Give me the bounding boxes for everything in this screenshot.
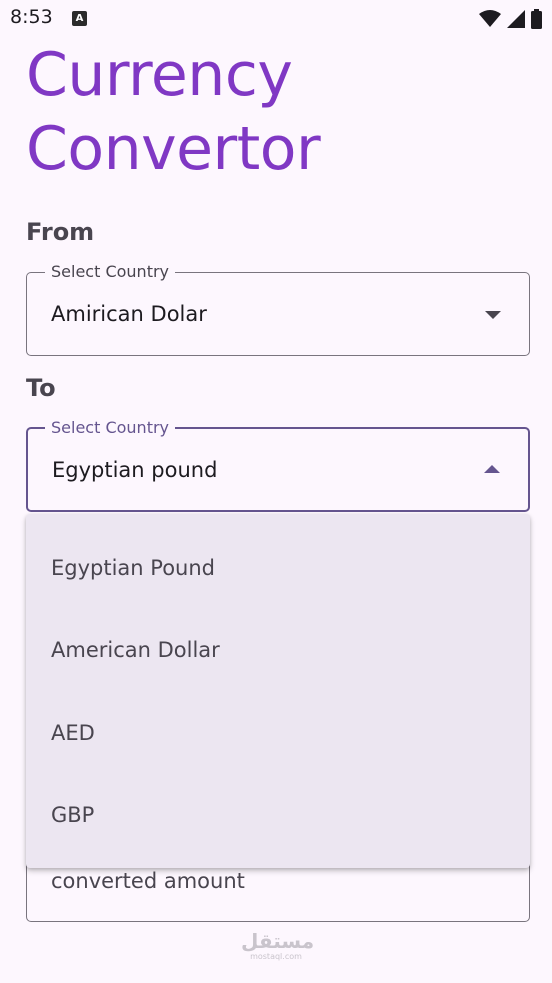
- from-label: From: [26, 218, 95, 246]
- currency-dropdown-menu: Egyptian Pound American Dollar AED GBP: [26, 514, 530, 868]
- watermark-logo-text: مستقل: [241, 929, 315, 953]
- menu-item-label: GBP: [51, 803, 95, 827]
- chevron-down-icon[interactable]: [485, 311, 501, 319]
- to-selected-value: Egyptian pound: [52, 458, 218, 482]
- status-time: 8:53: [10, 6, 53, 28]
- notification-icon: A: [72, 11, 87, 26]
- menu-item-egyptian-pound[interactable]: Egyptian Pound: [26, 528, 530, 610]
- converted-amount-placeholder: converted amount: [51, 869, 245, 893]
- status-bar: 8:53 A: [0, 0, 552, 38]
- menu-item-american-dollar[interactable]: American Dollar: [26, 610, 530, 692]
- chevron-up-icon[interactable]: [484, 465, 500, 473]
- battery-icon: [531, 9, 542, 29]
- to-country-select[interactable]: Select Country Egyptian pound: [26, 418, 530, 512]
- watermark-url: mostaql.com: [250, 952, 302, 961]
- from-selected-value: Amirican Dolar: [51, 302, 207, 326]
- to-field-label: Select Country: [45, 418, 176, 438]
- menu-item-label: American Dollar: [51, 638, 220, 662]
- signal-icon: [507, 10, 525, 28]
- wifi-icon: [479, 10, 501, 27]
- from-field-label: Select Country: [45, 262, 176, 282]
- menu-item-label: AED: [51, 721, 95, 745]
- menu-item-gbp[interactable]: GBP: [26, 775, 530, 857]
- watermark: مستقل mostaql.com: [241, 929, 315, 962]
- page-title: Currency Convertor: [26, 40, 321, 184]
- from-country-select[interactable]: Select Country Amirican Dolar: [26, 262, 530, 356]
- status-icons: [479, 9, 542, 29]
- menu-item-aed[interactable]: AED: [26, 693, 530, 775]
- menu-item-label: Egyptian Pound: [51, 556, 215, 580]
- to-label: To: [26, 374, 56, 402]
